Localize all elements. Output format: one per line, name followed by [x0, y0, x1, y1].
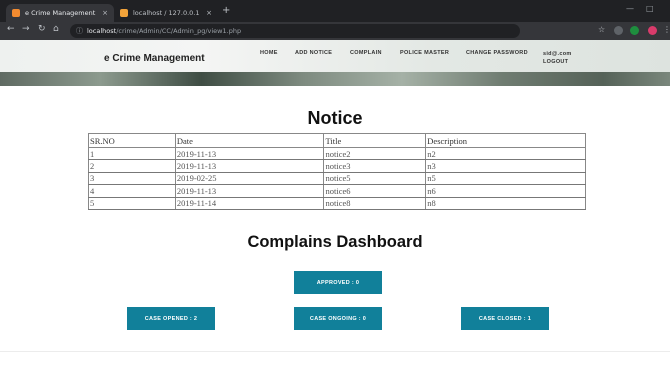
- cell-title: notice8: [323, 197, 426, 210]
- nav-home[interactable]: HOME: [260, 50, 278, 56]
- close-tab-icon[interactable]: ×: [102, 9, 108, 17]
- cell-date: 2019-11-13: [174, 184, 324, 198]
- tab-phpmyadmin[interactable]: localhost / 127.0.0.1 / crime / w... ×: [114, 4, 218, 22]
- notice-heading: Notice: [307, 108, 363, 128]
- cell-title: notice3: [323, 159, 426, 173]
- browser-toolbar: ← → ↻ ⌂ ⓘ localhost /crime/Admin/CC/Admi…: [0, 22, 670, 40]
- cell-date: 2019-11-13: [174, 147, 324, 161]
- notice-table: SR.NO Date Title Description 1 2019-11-1…: [88, 133, 586, 210]
- complains-dashboard-heading: Complains Dashboard: [247, 233, 423, 251]
- site-brand[interactable]: e Crime Management: [104, 53, 205, 64]
- extension-icon[interactable]: [614, 26, 623, 35]
- minimize-window-icon[interactable]: —: [626, 4, 634, 13]
- home-icon[interactable]: ⌂: [53, 24, 59, 34]
- user-menu: sid@.com LOGOUT: [543, 50, 572, 66]
- case-ongoing-button[interactable]: CASE ONGOING : 0: [294, 307, 382, 330]
- site-favicon-icon: [12, 9, 20, 17]
- profile-avatar-icon[interactable]: [648, 26, 657, 35]
- table-row: 2 2019-11-13 notice3 n3: [88, 159, 586, 173]
- logout-link[interactable]: LOGOUT: [543, 58, 572, 66]
- nav-change-password[interactable]: CHANGE PASSWORD: [466, 50, 528, 56]
- forward-icon[interactable]: →: [22, 24, 30, 34]
- nav-police-master[interactable]: POLICE MASTER: [400, 50, 449, 56]
- cell-sr-no: 1: [88, 147, 176, 161]
- nav-complain[interactable]: COMPLAIN: [350, 50, 382, 56]
- cell-date: 2019-11-14: [174, 197, 324, 210]
- cell-date: 2019-11-13: [174, 159, 324, 173]
- column-header-description: Description: [425, 133, 586, 148]
- table-header-row: SR.NO Date Title Description: [88, 133, 586, 148]
- bookmark-star-icon[interactable]: ☆: [598, 25, 605, 34]
- cell-date: 2019-02-25: [174, 172, 324, 186]
- cell-title: notice5: [323, 172, 426, 186]
- column-header-sr-no: SR.NO: [88, 133, 176, 148]
- new-tab-icon[interactable]: +: [222, 5, 230, 16]
- address-path: /crime/Admin/CC/Admin_pg/view1.php: [116, 27, 242, 35]
- cell-sr-no: 2: [88, 159, 176, 173]
- column-header-title: Title: [323, 133, 426, 148]
- cell-description: n8: [425, 197, 586, 210]
- browser-menu-icon[interactable]: ⋮: [663, 25, 670, 34]
- user-email: sid@.com: [543, 51, 572, 57]
- tab-title: e Crime Management: [25, 9, 96, 17]
- table-row: 5 2019-11-14 notice8 n8: [88, 197, 586, 210]
- case-opened-button[interactable]: CASE OPENED : 2: [127, 307, 215, 330]
- tab-e-crime-management[interactable]: e Crime Management ×: [6, 4, 114, 22]
- column-header-date: Date: [174, 133, 324, 148]
- back-icon[interactable]: ←: [7, 24, 15, 34]
- table-row: 1 2019-11-13 notice2 n2: [88, 147, 586, 161]
- approved-button[interactable]: APPROVED : 0: [294, 271, 382, 294]
- tab-title: localhost / 127.0.0.1 / crime / w...: [133, 9, 200, 17]
- cell-description: n6: [425, 184, 586, 198]
- reload-icon[interactable]: ↻: [38, 24, 46, 34]
- close-tab-icon[interactable]: ×: [206, 9, 212, 17]
- table-row: 4 2019-11-13 notice6 n6: [88, 184, 586, 198]
- cell-sr-no: 4: [88, 184, 176, 198]
- nav-add-notice[interactable]: ADD NOTICE: [295, 50, 332, 56]
- cell-description: n3: [425, 159, 586, 173]
- address-host: localhost: [87, 27, 117, 35]
- footer-divider: [0, 351, 670, 352]
- maximize-window-icon[interactable]: □: [646, 4, 654, 13]
- address-bar[interactable]: ⓘ localhost /crime/Admin/CC/Admin_pg/vie…: [70, 24, 520, 38]
- extension-green-icon[interactable]: [630, 26, 639, 35]
- cell-title: notice6: [323, 184, 426, 198]
- table-row: 3 2019-02-25 notice5 n5: [88, 172, 586, 186]
- phpmyadmin-favicon-icon: [120, 9, 128, 17]
- cell-sr-no: 3: [88, 172, 176, 186]
- site-info-icon[interactable]: ⓘ: [76, 26, 83, 36]
- cell-sr-no: 5: [88, 197, 176, 210]
- browser-tab-bar: e Crime Management × localhost / 127.0.0…: [0, 0, 670, 22]
- case-closed-button[interactable]: CASE CLOSED : 1: [461, 307, 549, 330]
- cell-title: notice2: [323, 147, 426, 161]
- cell-description: n5: [425, 172, 586, 186]
- header-banner-image: [0, 72, 670, 86]
- cell-description: n2: [425, 147, 586, 161]
